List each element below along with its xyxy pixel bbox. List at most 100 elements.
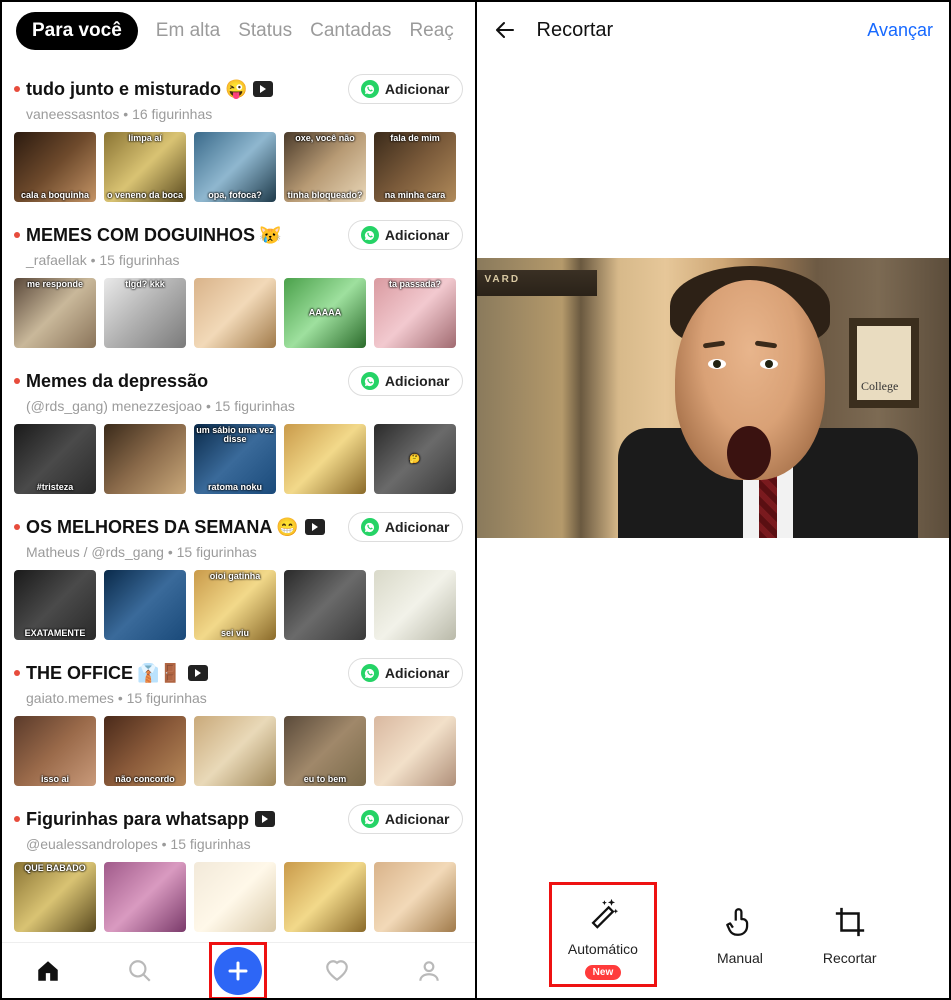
back-arrow-icon[interactable] xyxy=(493,18,517,42)
sticker-pack[interactable]: MEMES COM DOGUINHOS😿Adicionar_rafaellak … xyxy=(14,220,463,348)
sticker-thumbnail[interactable]: QUE BABADO xyxy=(14,862,96,932)
whatsapp-icon xyxy=(361,664,379,682)
pack-title: MEMES COM DOGUINHOS😿 xyxy=(26,225,281,246)
tool-recortar[interactable]: Recortar xyxy=(823,902,877,966)
sticker-thumbnail[interactable] xyxy=(194,716,276,786)
add-button[interactable]: Adicionar xyxy=(348,512,463,542)
whatsapp-icon xyxy=(361,80,379,98)
sticker-caption-top: QUE BABADO xyxy=(16,864,94,873)
sticker-thumbnail[interactable]: eu to bem xyxy=(284,716,366,786)
pack-header: Figurinhas para whatsapp Adicionar xyxy=(14,804,463,834)
sticker-thumbnail[interactable] xyxy=(374,570,456,640)
sticker-thumbnail[interactable] xyxy=(374,862,456,932)
new-dot-icon xyxy=(14,86,20,92)
add-button-label: Adicionar xyxy=(385,227,450,243)
sticker-thumbnail[interactable] xyxy=(374,716,456,786)
sticker-thumbnail[interactable]: fala de mimna minha cara xyxy=(374,132,456,202)
sticker-caption-bottom: na minha cara xyxy=(385,191,446,200)
sticker-thumbnail[interactable] xyxy=(194,278,276,348)
sticker-thumbnail[interactable]: me responde xyxy=(14,278,96,348)
sticker-thumbnail[interactable]: oioi gatinha sei viu xyxy=(194,570,276,640)
add-button[interactable]: Adicionar xyxy=(348,804,463,834)
sticker-thumbnail[interactable]: 🤔 xyxy=(374,424,456,494)
sticker-pack[interactable]: THE OFFICE👔🚪 Adicionar gaiato.memes • 15 f… xyxy=(14,658,463,786)
animated-badge-icon xyxy=(255,811,275,827)
tab-para-você[interactable]: Para você xyxy=(16,12,138,50)
create-button[interactable] xyxy=(214,947,262,995)
sticker-thumbnail[interactable]: opa, fofoca? xyxy=(194,132,276,202)
sticker-thumbnail[interactable]: ta passada? xyxy=(374,278,456,348)
sticker-thumbnail[interactable] xyxy=(284,862,366,932)
pack-header: MEMES COM DOGUINHOS😿 Adicionar xyxy=(14,220,463,250)
sticker-thumbnail[interactable] xyxy=(104,862,186,932)
tab-em-alta[interactable]: Em alta xyxy=(156,20,220,42)
sticker-caption-bottom: cala a boquinha xyxy=(21,191,89,200)
advance-button[interactable]: Avançar xyxy=(867,20,933,41)
search-tab[interactable] xyxy=(118,949,162,993)
sticker-thumbnail[interactable]: oxe, você nãotinha bloqueado? xyxy=(284,132,366,202)
sticker-pack[interactable]: OS MELHORES DA SEMANA😁AdicionarMatheus /… xyxy=(14,512,463,640)
sticker-thumbnail[interactable]: cala a boquinha xyxy=(14,132,96,202)
home-tab[interactable] xyxy=(26,949,70,993)
sticker-thumbnail[interactable]: um sábio uma vez disseratoma noku xyxy=(194,424,276,494)
pack-header: THE OFFICE👔🚪 Adicionar xyxy=(14,658,463,688)
pack-subtitle: vaneessasntos • 16 figurinhas xyxy=(26,106,463,122)
animated-badge-icon xyxy=(188,665,208,681)
pack-title: THE OFFICE👔🚪 xyxy=(26,663,208,684)
sticker-thumbnail[interactable]: limpa aí o veneno da boca xyxy=(104,132,186,202)
sticker-thumbnail[interactable]: não concordo xyxy=(104,716,186,786)
pack-emoji: 😿 xyxy=(259,225,281,246)
add-button[interactable]: Adicionar xyxy=(348,366,463,396)
pack-title: Figurinhas para whatsapp xyxy=(26,809,275,830)
crop-image: VARD xyxy=(477,258,950,538)
profile-tab[interactable] xyxy=(407,949,451,993)
crop-icon xyxy=(830,902,870,942)
bottom-navigation xyxy=(2,942,475,998)
add-button[interactable]: Adicionar xyxy=(348,74,463,104)
tool-manual[interactable]: Manual xyxy=(717,902,763,966)
new-badge: New xyxy=(585,965,622,980)
pack-title: tudo junto e misturado😜 xyxy=(26,79,273,100)
sticker-row: me respondetlgd? kkk AAAAAta passada? xyxy=(14,278,463,348)
touch-icon xyxy=(720,902,760,942)
pack-subtitle: @eualessandrolopes • 15 figurinhas xyxy=(26,836,463,852)
favorites-tab[interactable] xyxy=(315,949,359,993)
screen-title: Recortar xyxy=(537,19,614,42)
sticker-caption-bottom: isso ai xyxy=(41,775,69,784)
sticker-pack[interactable]: Figurinhas para whatsapp Adicionar @euales… xyxy=(14,804,463,932)
sticker-thumbnail[interactable]: #tristeza xyxy=(14,424,96,494)
sticker-thumbnail[interactable] xyxy=(104,570,186,640)
sticker-pack[interactable]: Memes da depressãoAdicionar(@rds_gang) m… xyxy=(14,366,463,494)
tab-status[interactable]: Status xyxy=(238,20,292,42)
sticker-thumbnail[interactable]: tlgd? kkk xyxy=(104,278,186,348)
sticker-thumbnail[interactable]: AAAAA xyxy=(284,278,366,348)
new-dot-icon xyxy=(14,378,20,384)
sticker-thumbnail[interactable]: isso ai xyxy=(14,716,96,786)
tab-cantadas[interactable]: Cantadas xyxy=(310,20,391,42)
sticker-thumbnail[interactable] xyxy=(104,424,186,494)
sticker-caption-bottom: sei viu xyxy=(221,629,249,638)
sticker-thumbnail[interactable]: EXATAMENTE xyxy=(14,570,96,640)
home-icon xyxy=(35,958,61,984)
sticker-pack[interactable]: tudo junto e misturado😜 Adicionar vaneessa… xyxy=(14,74,463,202)
sticker-row: EXATAMENTE oioi gatinha sei viu xyxy=(14,570,463,640)
category-tabs: Para você Em alta Status Cantadas Reaç xyxy=(2,2,475,56)
image-crop-area[interactable]: VARD xyxy=(477,58,950,878)
pack-subtitle: gaiato.memes • 15 figurinhas xyxy=(26,690,463,706)
tool-automático[interactable]: AutomáticoNew xyxy=(549,882,657,987)
sticker-caption-top: limpa aí xyxy=(106,134,184,143)
sticker-caption-bottom: o veneno da boca xyxy=(107,191,183,200)
tab-reaç[interactable]: Reaç xyxy=(409,20,453,42)
sticker-caption-top: oioi gatinha xyxy=(196,572,274,581)
sticker-thumbnail[interactable] xyxy=(194,862,276,932)
sticker-caption-top: um sábio uma vez disse xyxy=(196,426,274,445)
add-button[interactable]: Adicionar xyxy=(348,220,463,250)
animated-badge-icon xyxy=(253,81,273,97)
add-button[interactable]: Adicionar xyxy=(348,658,463,688)
sticker-thumbnail[interactable] xyxy=(284,424,366,494)
sticker-row: #tristeza um sábio uma vez disseratoma no… xyxy=(14,424,463,494)
sticker-thumbnail[interactable] xyxy=(284,570,366,640)
animated-badge-icon xyxy=(305,519,325,535)
crop-screen: Recortar Avançar VARD AutomáticoNew Manua… xyxy=(477,2,950,998)
heart-icon xyxy=(324,958,350,984)
